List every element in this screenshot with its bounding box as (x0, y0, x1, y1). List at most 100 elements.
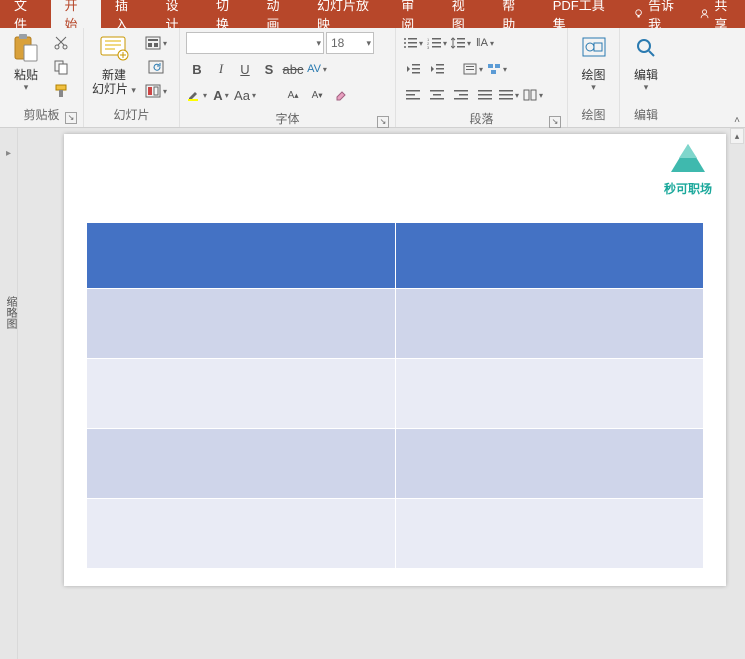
font-dialog-launcher[interactable]: ↘ (377, 116, 389, 128)
ribbon: 粘贴 ▾ 剪贴板 ↘ 新建 幻灯片 ▾ (0, 28, 745, 128)
eraser-icon (334, 88, 348, 102)
format-painter-button[interactable] (50, 80, 72, 102)
table-row (87, 499, 704, 569)
clear-format-button[interactable] (258, 84, 280, 106)
bold-button[interactable]: B (186, 58, 208, 80)
tab-review[interactable]: 审阅 (387, 0, 438, 28)
line-spacing-button[interactable] (450, 32, 472, 54)
table-cell[interactable] (87, 359, 396, 429)
reset-icon (148, 60, 164, 74)
table-cell[interactable] (87, 429, 396, 499)
tab-insert[interactable]: 插入 (101, 0, 152, 28)
tab-transitions[interactable]: 切换 (202, 0, 253, 28)
font-color-button[interactable]: A (210, 84, 232, 106)
align-left-button[interactable] (402, 84, 424, 106)
char-spacing-button[interactable]: AV (306, 58, 328, 80)
logo-text: 秒可职场 (664, 182, 712, 196)
indent-icon (430, 63, 444, 75)
collapse-ribbon-button[interactable]: ˄ (730, 112, 744, 128)
italic-button[interactable]: I (210, 58, 232, 80)
table-cell[interactable] (87, 223, 396, 289)
paste-button[interactable]: 粘贴 ▾ (4, 30, 48, 95)
distribute-icon (499, 89, 513, 101)
drawing-button[interactable]: 绘图 ▾ (572, 30, 615, 95)
text-direction-button[interactable]: ‖A (474, 32, 496, 54)
table-cell[interactable] (87, 289, 396, 359)
smartart-icon (487, 63, 501, 75)
table-row (87, 429, 704, 499)
highlight-button[interactable] (186, 84, 208, 106)
editing-button[interactable]: 编辑 ▾ (624, 30, 668, 95)
drawing-label: 绘图 (581, 68, 605, 82)
outdent-icon (406, 63, 420, 75)
numbering-button[interactable]: 123 (426, 32, 448, 54)
underline-button[interactable]: U (234, 58, 256, 80)
table-cell[interactable] (395, 359, 704, 429)
strikethrough-button[interactable]: abc (282, 58, 304, 80)
table-cell[interactable] (395, 429, 704, 499)
share-button[interactable]: 共享 (689, 0, 745, 28)
align-right-icon (454, 89, 468, 101)
slide[interactable]: 秒可职场 (64, 134, 726, 586)
align-text-button[interactable] (462, 58, 484, 80)
new-slide-label-2: 幻灯片 (92, 82, 128, 96)
tab-design[interactable]: 设计 (152, 0, 203, 28)
bullets-icon (403, 37, 417, 49)
reset-button[interactable] (142, 56, 170, 78)
change-case-button[interactable]: Aa (234, 84, 256, 106)
tell-me[interactable]: 告诉我 (623, 0, 689, 28)
section-icon (145, 84, 161, 98)
outline-expand-handle[interactable]: ▸ (0, 128, 18, 659)
table-cell[interactable] (395, 223, 704, 289)
chevron-right-icon: ▸ (6, 148, 11, 159)
decrease-indent-button[interactable] (402, 58, 424, 80)
table-row (87, 289, 704, 359)
scroll-up-button[interactable]: ▴ (730, 128, 744, 144)
align-text-icon (463, 63, 477, 75)
tab-file[interactable]: 文件 (0, 0, 51, 28)
tab-pdf[interactable]: PDF工具集 (539, 0, 623, 28)
shadow-button[interactable]: S (258, 58, 280, 80)
paste-icon (10, 32, 42, 64)
editing-label: 编辑 (634, 68, 658, 82)
tab-home[interactable]: 开始 (51, 0, 102, 28)
drawing-icon (578, 32, 610, 64)
layout-icon (145, 36, 161, 50)
increase-indent-button[interactable] (426, 58, 448, 80)
bullets-button[interactable] (402, 32, 424, 54)
search-icon (630, 32, 662, 64)
new-slide-icon (98, 32, 130, 64)
eraser-button[interactable] (330, 84, 352, 106)
justify-button[interactable] (474, 84, 496, 106)
numbering-icon: 123 (427, 37, 441, 49)
clipboard-dialog-launcher[interactable]: ↘ (65, 112, 77, 124)
cut-button[interactable] (50, 32, 72, 54)
tab-view[interactable]: 视图 (438, 0, 489, 28)
tab-animations[interactable]: 动画 (253, 0, 304, 28)
slide-canvas: ▴ 秒可职场 (18, 128, 745, 659)
decrease-font-button[interactable]: A▾ (306, 84, 328, 106)
slide-table[interactable] (86, 222, 704, 569)
paragraph-dialog-launcher[interactable]: ↘ (549, 116, 561, 128)
font-name-combo[interactable] (186, 32, 324, 54)
tab-slideshow[interactable]: 幻灯片放映 (303, 0, 387, 28)
table-cell[interactable] (87, 499, 396, 569)
columns-button[interactable] (522, 84, 544, 106)
table-cell[interactable] (395, 289, 704, 359)
font-size-combo[interactable]: 18 (326, 32, 374, 54)
new-slide-button[interactable]: 新建 幻灯片 ▾ (88, 30, 140, 99)
align-right-button[interactable] (450, 84, 472, 106)
tab-help[interactable]: 帮助 (488, 0, 539, 28)
workspace: ▸ 缩略图 ▴ 秒可职场 (0, 128, 745, 659)
layout-button[interactable] (142, 32, 170, 54)
convert-smartart-button[interactable] (486, 58, 508, 80)
increase-font-button[interactable]: A▴ (282, 84, 304, 106)
distribute-button[interactable] (498, 84, 520, 106)
align-center-button[interactable] (426, 84, 448, 106)
copy-button[interactable] (50, 56, 72, 78)
table-cell[interactable] (395, 499, 704, 569)
group-editing-label: 编辑 (624, 104, 668, 127)
table-row (87, 359, 704, 429)
title-bar: 文件 开始 插入 设计 切换 动画 幻灯片放映 审阅 视图 帮助 PDF工具集 … (0, 0, 745, 28)
section-button[interactable] (142, 80, 170, 102)
